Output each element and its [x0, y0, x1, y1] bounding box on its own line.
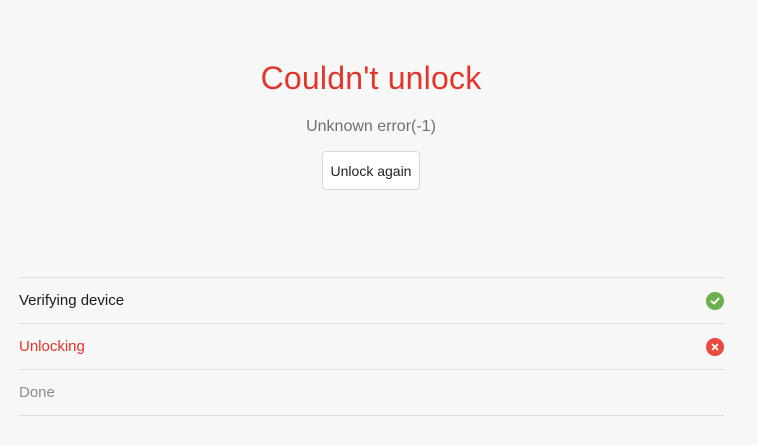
- unlock-status-page: Couldn't unlock Unknown error(-1) Unlock…: [0, 0, 758, 445]
- unlock-again-button[interactable]: Unlock again: [322, 151, 420, 190]
- step-label: Done: [19, 384, 55, 401]
- step-done: Done: [19, 370, 724, 416]
- progress-steps-list: Verifying device Unlocking Done: [19, 277, 724, 416]
- step-label: Verifying device: [19, 292, 125, 309]
- step-label: Unlocking: [19, 338, 85, 355]
- error-message: Unknown error(-1): [306, 118, 436, 135]
- step-verifying-device: Verifying device: [19, 278, 724, 324]
- step-unlocking: Unlocking: [19, 324, 724, 370]
- page-title: Couldn't unlock: [260, 60, 482, 96]
- x-circle-icon: [706, 337, 724, 356]
- check-circle-icon: [706, 291, 724, 310]
